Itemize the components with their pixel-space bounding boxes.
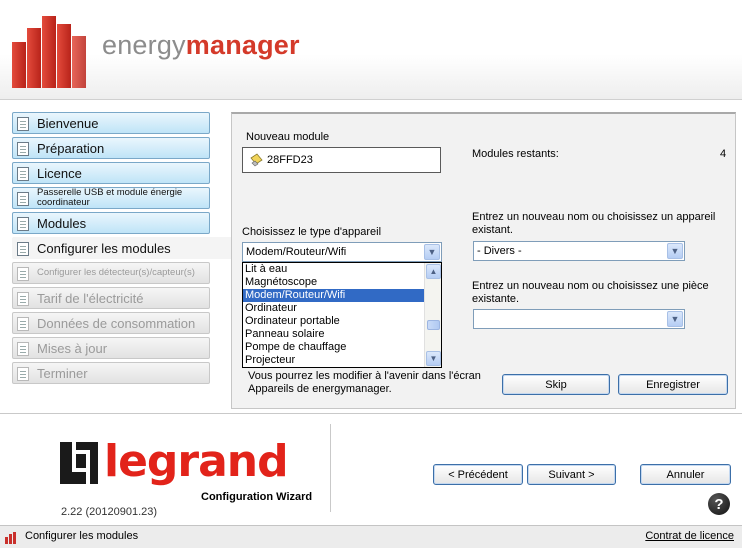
edit-later-note-line1: Vous pourrez les modifier à l'avenir dan…: [248, 370, 481, 382]
appliance-label-line2: existant.: [472, 224, 513, 236]
sidebar-item-modules[interactable]: Modules: [12, 212, 210, 234]
room-label-line2: existante.: [472, 293, 520, 305]
cancel-button[interactable]: Annuler: [640, 464, 731, 485]
save-button[interactable]: Enregistrer: [618, 374, 728, 395]
sidebar-item-label: Mises à jour: [37, 340, 108, 356]
sidebar-item-terminer: Terminer: [12, 362, 210, 384]
sidebar-item-preparation[interactable]: Préparation: [12, 137, 210, 159]
footer-divider: [0, 413, 742, 414]
new-module-value: 28FFD23: [267, 154, 313, 166]
sidebar-item-label: Tarif de l'électricité: [37, 290, 144, 306]
wizard-steps-sidebar: Bienvenue Préparation Licence Passerelle…: [12, 112, 232, 387]
sidebar-item-bienvenue[interactable]: Bienvenue: [12, 112, 210, 134]
sidebar-item-label: Configurer les modules: [37, 240, 171, 256]
new-module-label: Nouveau module: [246, 131, 330, 143]
room-name-combobox[interactable]: ▼: [473, 309, 685, 329]
skip-button[interactable]: Skip: [502, 374, 610, 395]
sidebar-item-label: Bienvenue: [37, 115, 99, 131]
next-button[interactable]: Suivant >: [527, 464, 616, 485]
chevron-down-icon[interactable]: ▼: [667, 311, 683, 327]
previous-button[interactable]: < Précédent: [433, 464, 523, 485]
sidebar-item-label: Terminer: [37, 365, 88, 381]
list-item[interactable]: Projecteur: [243, 354, 424, 367]
status-text: Configurer les modules: [25, 530, 139, 542]
license-agreement-link[interactable]: Contrat de licence: [645, 530, 734, 542]
document-icon: [17, 317, 29, 331]
list-item[interactable]: Pompe de chauffage: [243, 341, 424, 354]
wizard-window: energymanager Bienvenue Préparation Lice…: [0, 0, 742, 548]
document-icon: [17, 367, 29, 381]
sidebar-item-configurer-detecteurs: Configurer les détecteur(s)/capteur(s): [12, 262, 210, 284]
document-icon: [17, 142, 29, 156]
module-config-panel: Nouveau module 28FFD23 Modules restants:…: [231, 112, 736, 409]
configuration-wizard-label: Configuration Wizard: [201, 491, 313, 503]
document-icon: [17, 167, 29, 181]
sidebar-item-passerelle[interactable]: Passerelle USB et module énergie coordin…: [12, 187, 210, 209]
sidebar-item-configurer-modules[interactable]: Configurer les modules: [12, 237, 232, 259]
list-item[interactable]: Ordinateur portable: [243, 315, 424, 328]
brand-part-manager: manager: [185, 30, 300, 60]
device-type-select[interactable]: Modem/Routeur/Wifi ▼: [242, 242, 442, 262]
remaining-modules-count: 4: [720, 148, 727, 160]
list-item-selected[interactable]: Modem/Routeur/Wifi: [243, 289, 424, 302]
sidebar-item-tarif: Tarif de l'électricité: [12, 287, 210, 309]
energymanager-logo-icon: [12, 12, 102, 88]
sidebar-item-mises-a-jour: Mises à jour: [12, 337, 210, 359]
document-icon: [17, 342, 29, 356]
sidebar-item-label: Licence: [37, 165, 82, 181]
version-label: 2.22 (20120901.23): [61, 506, 158, 518]
sidebar-item-donnees: Données de consommation: [12, 312, 210, 334]
brand-part-energy: energy: [102, 30, 186, 60]
help-icon[interactable]: ?: [708, 493, 730, 515]
list-item[interactable]: Lit à eau: [243, 263, 424, 276]
scroll-up-icon[interactable]: ▲: [426, 264, 441, 279]
sidebar-item-label: Configurer les détecteur(s)/capteur(s): [37, 267, 195, 278]
footer-vertical-divider: [330, 424, 331, 512]
list-scrollbar[interactable]: ▲ ▼: [424, 263, 441, 367]
new-module-field: 28FFD23: [242, 147, 441, 173]
legrand-brand-word: legrand: [104, 436, 289, 487]
sidebar-item-label: Passerelle USB et module énergie coordin…: [37, 187, 183, 208]
legrand-logo-icon: [60, 442, 98, 484]
energymanager-small-icon: [5, 532, 16, 544]
room-label-line1: Entrez un nouveau nom ou choisissez une …: [472, 280, 709, 292]
chevron-down-icon[interactable]: ▼: [667, 243, 683, 259]
list-item[interactable]: Ordinateur: [243, 302, 424, 315]
scroll-down-icon[interactable]: ▼: [426, 351, 441, 366]
device-type-label: Choisissez le type d'appareil: [242, 226, 382, 238]
document-icon: [17, 292, 29, 306]
document-icon: [17, 242, 29, 256]
plug-module-icon: [250, 153, 263, 167]
sidebar-item-label: Modules: [37, 215, 87, 231]
app-brand-title: energymanager: [102, 30, 300, 61]
sidebar-item-label: Préparation: [37, 140, 105, 156]
document-icon: [17, 117, 29, 131]
list-item[interactable]: Magnétoscope: [243, 276, 424, 289]
list-item[interactable]: Panneau solaire: [243, 328, 424, 341]
document-icon: [17, 192, 29, 206]
appliance-name-combobox[interactable]: - Divers - ▼: [473, 241, 685, 261]
scroll-thumb[interactable]: [427, 320, 440, 330]
device-type-dropdown-list[interactable]: Lit à eau Magnétoscope Modem/Routeur/Wif…: [242, 262, 442, 368]
chevron-down-icon[interactable]: ▼: [424, 244, 440, 260]
appliance-label-line1: Entrez un nouveau nom ou choisissez un a…: [472, 211, 716, 223]
device-type-selected: Modem/Routeur/Wifi: [246, 246, 347, 258]
remaining-modules-label: Modules restants:: [472, 148, 559, 160]
app-header: energymanager: [0, 0, 742, 100]
status-bar: Configurer les modules Contrat de licenc…: [0, 525, 742, 548]
appliance-name-value: - Divers -: [477, 245, 522, 257]
sidebar-item-label: Données de consommation: [37, 315, 196, 331]
edit-later-note-line2: Appareils de energymanager.: [248, 383, 392, 395]
document-icon: [17, 217, 29, 231]
document-icon: [17, 267, 29, 281]
sidebar-item-licence[interactable]: Licence: [12, 162, 210, 184]
